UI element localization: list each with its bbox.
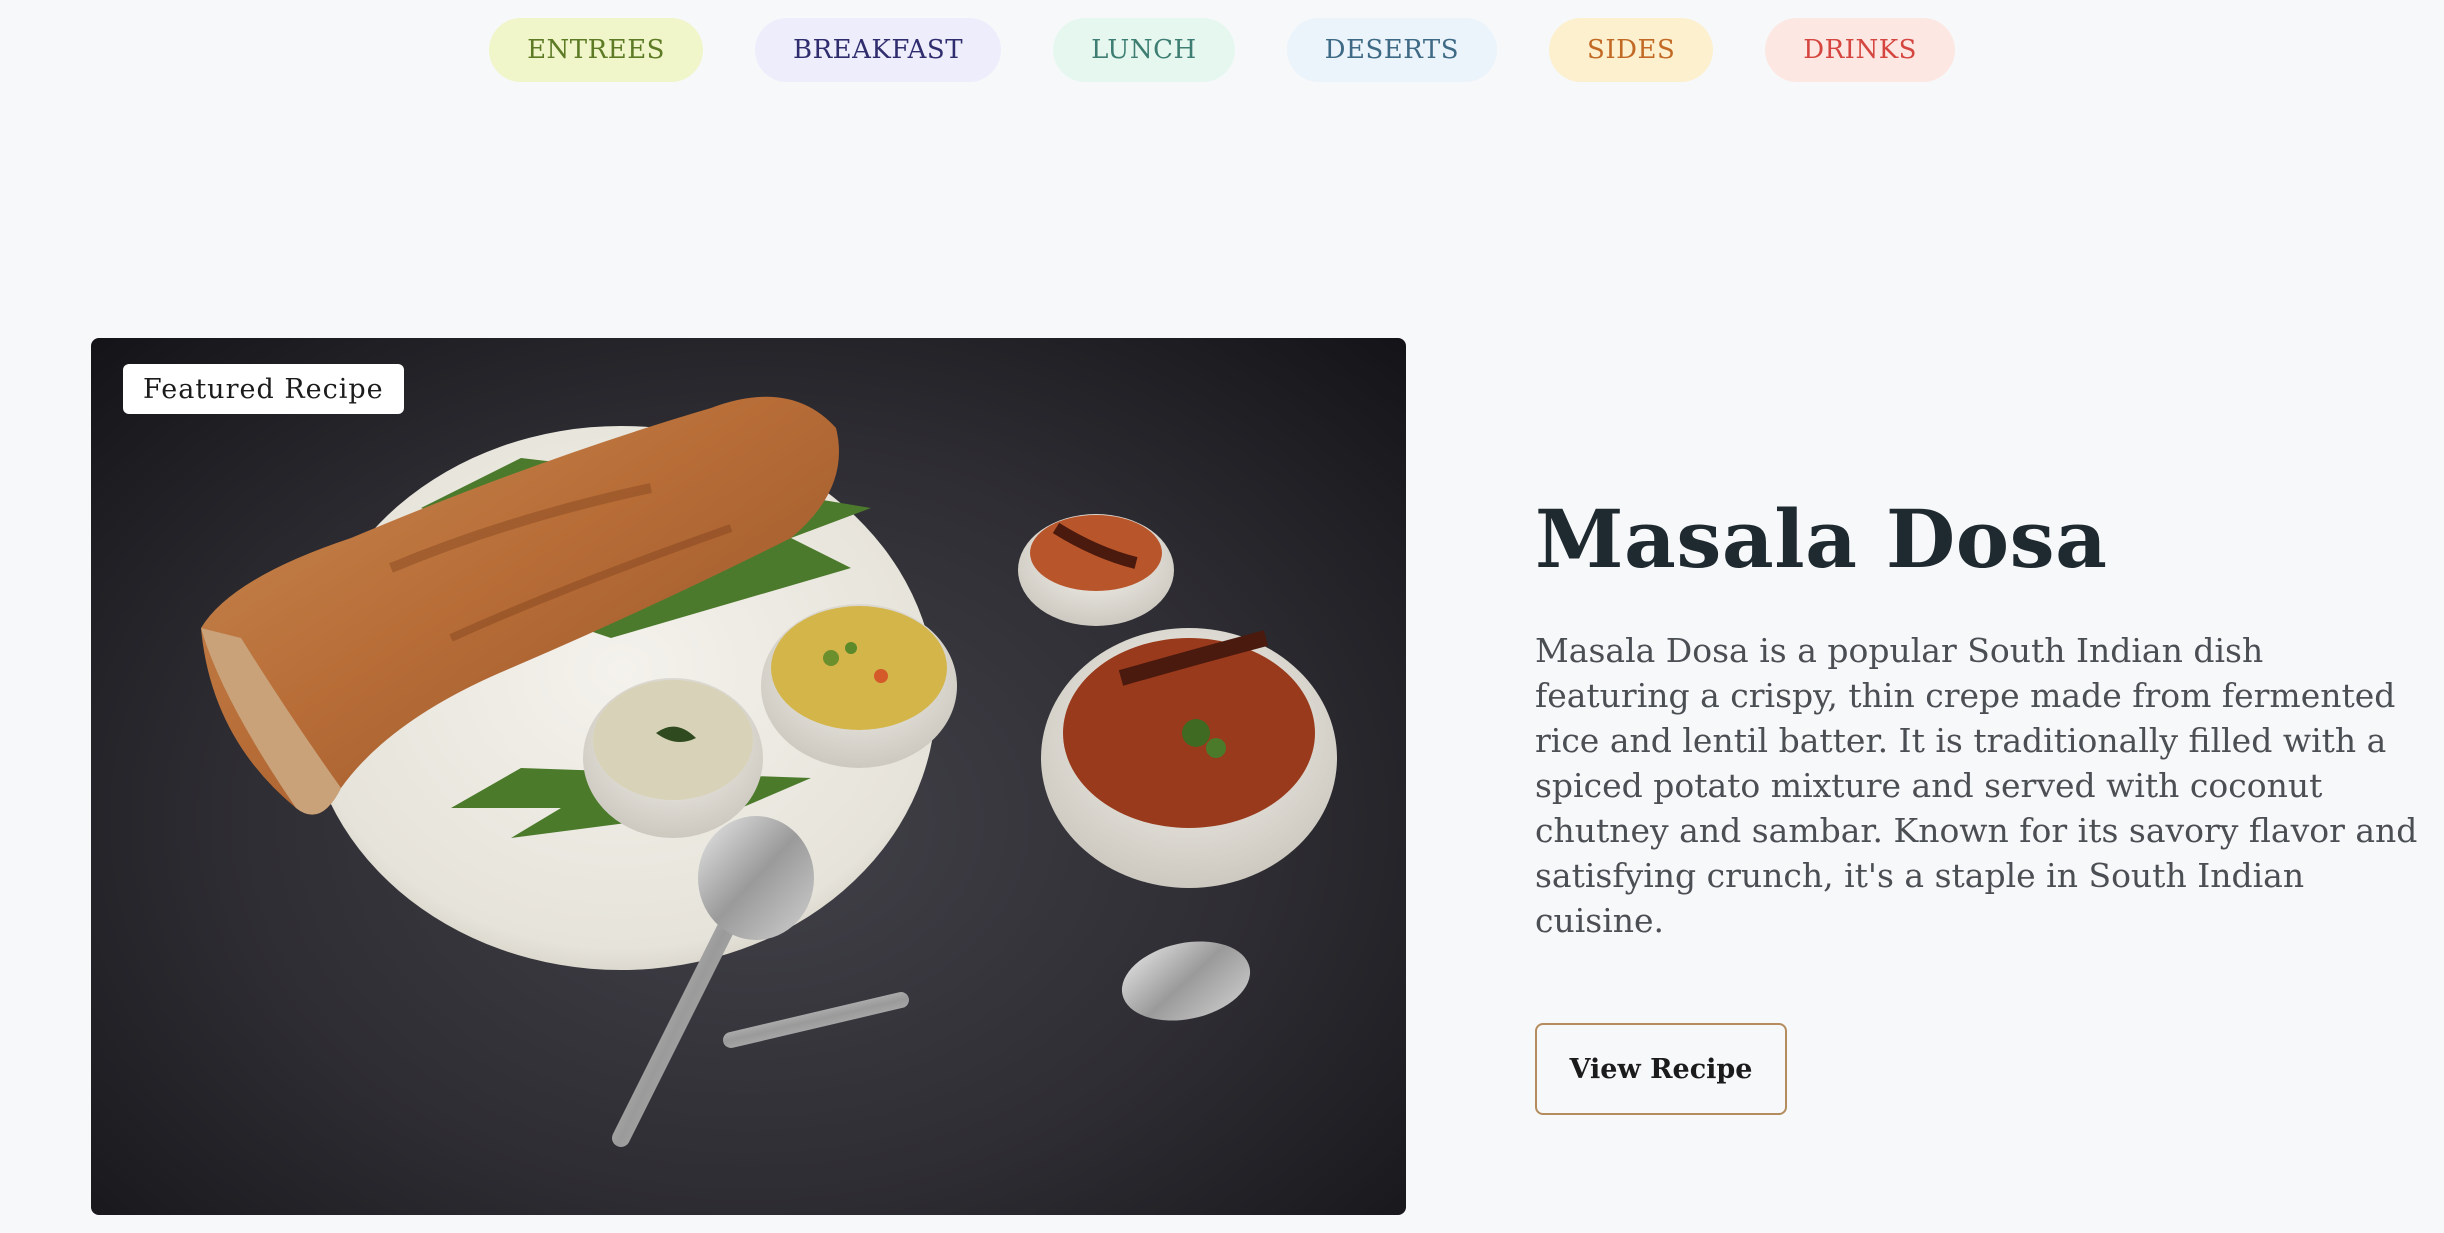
masala-dosa-photo (201, 396, 1337, 1147)
category-pill-sides[interactable]: SIDES (1549, 18, 1714, 82)
category-pill-drinks[interactable]: DRINKS (1765, 18, 1955, 82)
recipe-description: Masala Dosa is a popular South Indian di… (1535, 631, 2418, 940)
view-recipe-button[interactable]: View Recipe (1535, 1023, 1787, 1115)
featured-recipe-info: Masala Dosa Masala Dosa is a popular Sou… (1535, 495, 2425, 1115)
category-pill-breakfast[interactable]: BREAKFAST (754, 18, 1002, 82)
category-pill-deserts[interactable]: DESERTS (1286, 18, 1498, 82)
featured-recipe-badge: Featured Recipe (123, 364, 404, 414)
featured-recipe-image[interactable]: Featured Recipe (91, 338, 1406, 1215)
category-pill-entrees[interactable]: ENTREES (489, 18, 703, 82)
category-pill-lunch[interactable]: LUNCH (1053, 18, 1235, 82)
category-nav: ENTREES BREAKFAST LUNCH DESERTS SIDES DR… (0, 18, 2444, 82)
recipe-title: Masala Dosa (1535, 492, 2108, 586)
